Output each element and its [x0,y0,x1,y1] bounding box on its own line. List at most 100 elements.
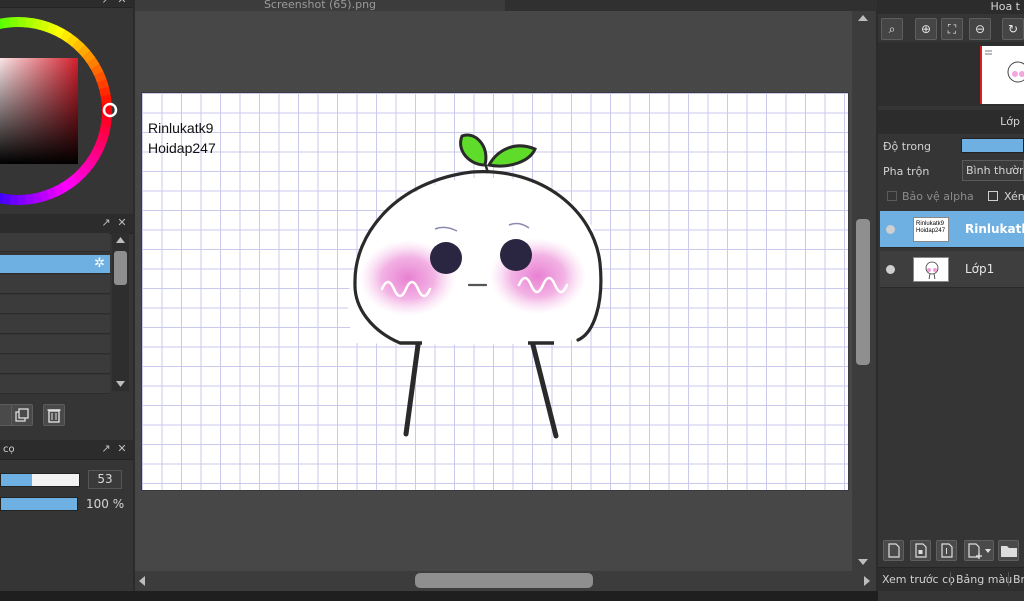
tab-divider [1008,572,1009,586]
hue-ring-segment[interactable] [0,18,4,29]
brush-opacity-slider[interactable] [0,497,78,511]
zoom-fit-button[interactable]: ⌕ [881,18,903,40]
hscroll-svg [139,573,870,588]
fit-screen-button[interactable]: ⛶ [941,18,963,40]
drawing-canvas[interactable]: Rinlukatk9 Hoidap247 [141,92,849,491]
close-icon[interactable]: ✕ [116,0,128,6]
thumb-text-line1: Rinlukatk9 [916,221,945,227]
navigator-title: Hoa t [990,0,1020,13]
zoom-in-button[interactable]: ⊕ [915,18,937,40]
canvas-horizontal-scrollbar[interactable] [135,571,876,591]
delete-brush-button[interactable] [43,404,65,426]
close-icon[interactable]: ✕ [116,443,128,455]
zoom-icon: ⌕ [888,22,896,36]
brush-item-selected[interactable]: ✲ [0,255,110,274]
layer-opacity-slider[interactable] [961,138,1024,153]
add-layer-dropdown-button[interactable] [964,540,994,561]
zoom-out-icon: ⊖ [974,22,986,36]
brush-item[interactable] [0,375,110,394]
fit-screen-icon: ⛶ [947,22,957,36]
undock-icon[interactable]: ↗ [100,0,112,6]
zoom-out-button[interactable]: ⊖ [969,18,991,40]
zoom-in-icon: ⊕ [920,22,932,36]
rotate-button[interactable]: ↻ [1002,18,1024,40]
tab-partial[interactable]: Br [1013,573,1024,586]
layer-name: Rinlukatk9 [965,222,1024,236]
tab-color-palette[interactable]: Bảng màu [956,573,1012,586]
color-wheel-area [0,8,133,215]
brush-item[interactable] [0,295,110,314]
right-eye [500,239,532,271]
copy-icon [15,408,29,422]
brush-list: ✲ [0,233,110,394]
copy-brush-button[interactable] [11,404,33,426]
lock-layer-button[interactable] [910,540,931,561]
brush-item[interactable] [0,355,110,374]
brush-item[interactable] [0,275,110,294]
layer-thumb-svg [925,261,939,280]
scroll-thumb[interactable] [114,251,127,285]
brush-opacity-value: 100 % [86,497,125,511]
scroll-left-icon[interactable] [139,576,145,586]
thumb-text-line2: Hoidap247 [916,228,946,234]
undock-icon[interactable]: ↗ [100,443,112,455]
add-layer-icon [968,543,991,559]
tab-brush-preview[interactable]: Xem trước cọ [882,573,955,586]
left-eye [430,242,462,274]
new-layer-button[interactable] [883,540,904,561]
brush-size-slider[interactable] [0,473,80,487]
brush-size-fill [1,474,33,486]
layer-folder-button[interactable] [998,540,1019,561]
visibility-icon[interactable] [886,265,895,274]
clip-checkbox[interactable] [988,191,998,201]
brush-size-input[interactable]: 53 [88,470,122,489]
import-layer-button[interactable] [936,540,957,561]
layer-panel-titlebar: Lớp [878,110,1024,134]
rotate-icon: ↻ [1007,22,1019,36]
scroll-right-icon[interactable] [864,576,870,586]
right-panel: Hoa t ⌕ ⊕ ⛶ ⊖ ↻ Lớp Độ trong Pha trộn Bì… [878,0,1024,601]
brush-panel-titlebar: ↗ ✕ [0,214,133,234]
layer-item-lop1[interactable]: Lớp1 [880,251,1024,288]
clip-label: Xén [1004,190,1024,203]
scroll-up-icon[interactable] [858,15,868,21]
layer-item-rinlukatk9[interactable]: Rinlukatk9 Hoidap247 Rinlukatk9 [880,211,1024,248]
brush-item[interactable] [0,335,110,354]
layer-thumbnail: Rinlukatk9 Hoidap247 [913,217,949,242]
brush-list-scrollbar[interactable] [112,233,129,391]
brush-settings-title: cọ [3,444,15,455]
gear-icon[interactable]: ✲ [94,257,105,271]
left-panel: ↗ ✕ ↗ ✕ [0,0,133,601]
canvas-document-tab[interactable]: Screenshot (65).png [135,0,505,11]
visibility-icon[interactable] [886,225,895,234]
brush-item[interactable] [0,315,110,334]
canvas-vertical-scrollbar[interactable] [852,11,876,571]
status-strip [0,591,1024,601]
scroll-up-icon[interactable] [116,237,125,243]
scroll-thumb[interactable] [856,219,870,365]
navigator-preview[interactable] [878,42,1024,106]
protect-alpha-checkbox[interactable] [887,191,897,201]
brush-item[interactable] [0,233,110,252]
layer-thumbnail [913,257,949,282]
scroll-down-icon[interactable] [858,559,868,565]
navigator-thumbnail [980,46,1024,104]
scrollbar-svg [114,237,127,387]
undock-icon[interactable]: ↗ [100,217,112,229]
close-icon[interactable]: ✕ [116,217,128,229]
trash-icon [47,409,61,423]
color-wheel-svg[interactable] [0,8,133,215]
blend-mode-select[interactable]: Bình thường [962,160,1024,181]
lock-page-icon [915,543,927,558]
tab-strip [505,0,877,11]
right-panel-tabs: Xem trước cọ Bảng màu Br [878,567,1024,591]
brush-settings-titlebar: cọ ↗ ✕ [0,440,133,460]
tab-divider [950,572,951,586]
folder-icon [1001,546,1017,557]
blend-mode-label: Pha trộn [883,165,930,178]
scroll-thumb[interactable] [415,573,593,588]
character-drawing [348,133,603,439]
layer-opacity-label: Độ trong [883,140,932,153]
layer-name: Lớp1 [965,262,995,276]
scroll-down-icon[interactable] [116,381,125,387]
